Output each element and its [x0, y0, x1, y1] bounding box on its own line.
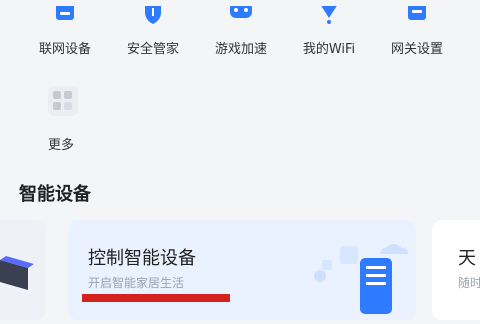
card-subtitle: 开启智能家居生活 — [88, 276, 185, 290]
device-card-partial-right[interactable]: 天 随时 — [432, 220, 480, 320]
more-button[interactable]: 更多 — [40, 80, 90, 155]
device-card-partial-left[interactable] — [0, 220, 46, 320]
highlight-bar — [82, 294, 230, 302]
card-title: 天 — [458, 248, 476, 269]
quick-action-label: 安全管家 — [126, 42, 179, 57]
quick-action-label: 游戏加速 — [214, 42, 267, 57]
section-title: 智能设备 — [19, 184, 91, 205]
router-icon — [0, 256, 34, 290]
wifi-icon — [321, 6, 337, 24]
card-title: 控制智能设备 — [88, 248, 196, 269]
quick-action-label: 联网设备 — [38, 42, 91, 57]
quick-action-label: 网关设置 — [390, 42, 443, 57]
more-label: 更多 — [48, 138, 75, 153]
settings-icon — [408, 6, 426, 20]
gamepad-icon — [230, 6, 252, 18]
grid-icon — [48, 86, 78, 116]
shield-icon — [145, 6, 161, 24]
smart-device-card[interactable]: 控制智能设备 开启智能家居生活 — [68, 220, 416, 320]
device-icon — [56, 6, 74, 20]
quick-action-label: 我的WiFi — [302, 42, 356, 57]
card-subtitle: 随时 — [458, 276, 480, 290]
smart-home-illustration-icon — [314, 244, 408, 314]
